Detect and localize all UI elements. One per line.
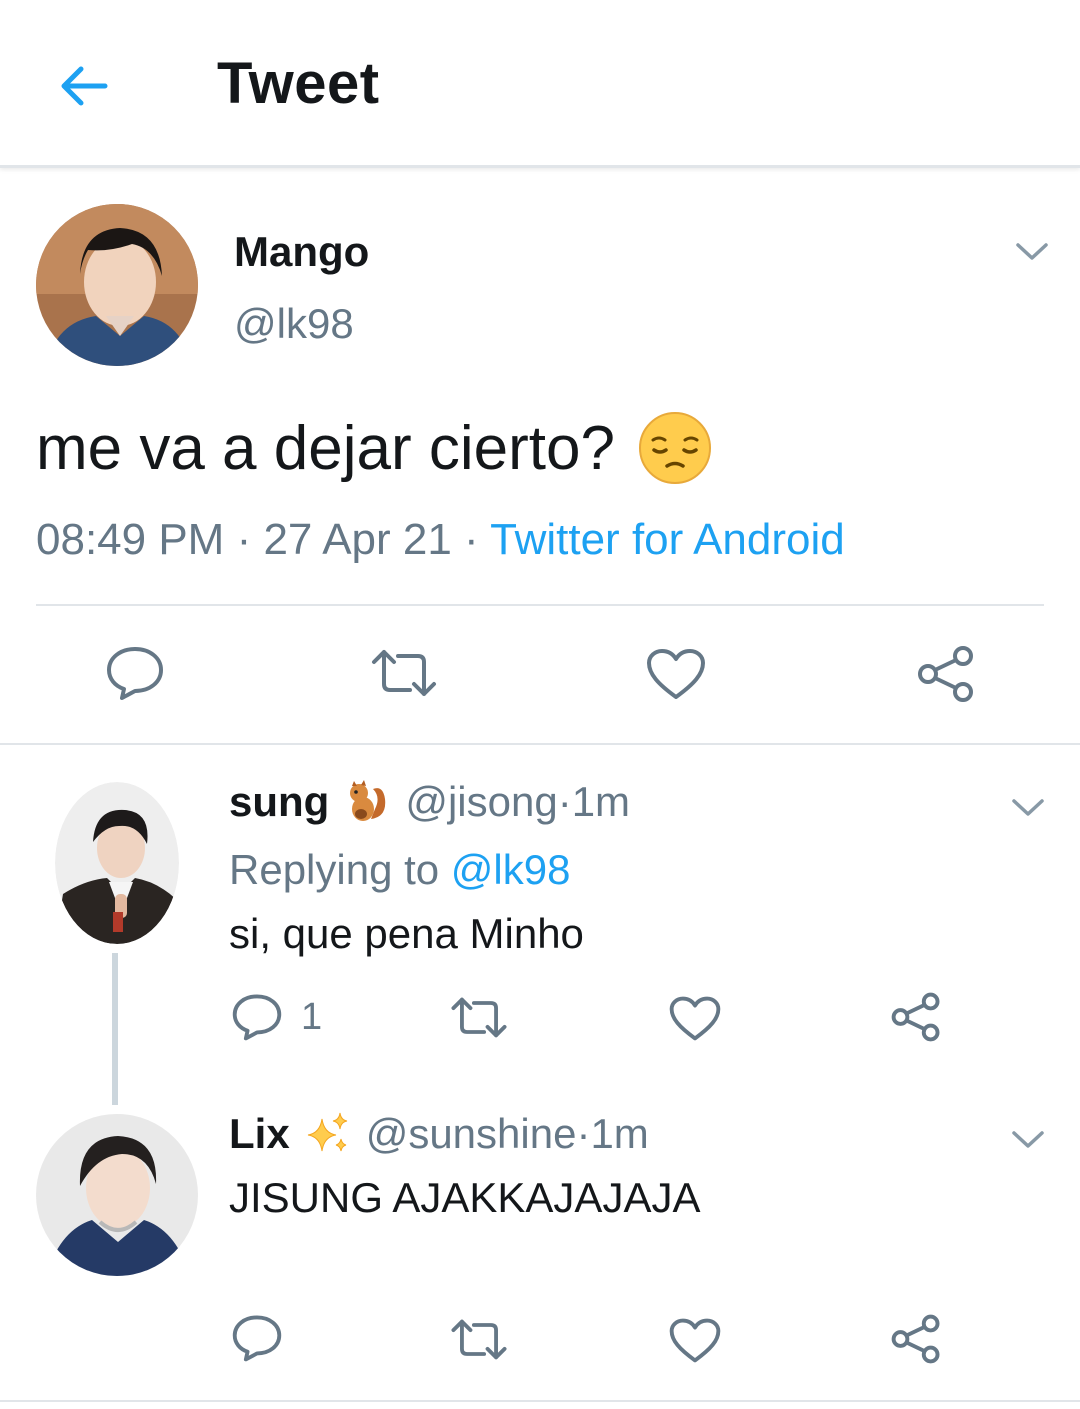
- retweet-button[interactable]: [450, 996, 508, 1039]
- reply-handle[interactable]: @sunshine: [366, 1110, 577, 1158]
- reply-button[interactable]: 1: [231, 993, 322, 1041]
- meta-separator: ·: [224, 515, 264, 564]
- back-arrow-icon: [61, 66, 108, 106]
- reply-button[interactable]: [231, 1314, 283, 1362]
- share-button[interactable]: [916, 645, 976, 703]
- reply-icon: [107, 647, 163, 700]
- tweet-date: 27 Apr 21: [263, 515, 452, 564]
- chevron-down-icon: [1012, 799, 1044, 816]
- replying-to-label: Replying to: [229, 846, 440, 893]
- retweet-icon: [451, 1319, 507, 1360]
- meta-separator: ·: [557, 778, 572, 825]
- reply-header: Lix @sunshine · 1m: [229, 1110, 649, 1158]
- app-header: Tweet: [0, 0, 1080, 168]
- author-handle[interactable]: @lk98: [234, 300, 354, 348]
- chevron-down-icon: [1012, 1131, 1044, 1148]
- heart-icon: [669, 996, 721, 1041]
- tweet-metadata: 08:49 PM · 27 Apr 21 · Twitter for Andro…: [36, 515, 845, 565]
- back-button[interactable]: [54, 56, 114, 116]
- retweet-button[interactable]: [370, 648, 438, 698]
- retweet-icon: [451, 997, 507, 1038]
- reply-icon: [232, 1315, 282, 1362]
- divider: [0, 743, 1080, 745]
- reply-options-button[interactable]: [1008, 1124, 1048, 1154]
- reply-button[interactable]: [105, 645, 165, 701]
- reply-text: si, que pena Minho: [229, 910, 584, 957]
- retweet-icon: [372, 650, 436, 696]
- reply-age: 1m: [571, 778, 631, 825]
- share-icon: [891, 992, 940, 1042]
- replying-to-handle[interactable]: @lk98: [451, 846, 571, 893]
- heart-icon: [647, 649, 705, 699]
- reply-display-name[interactable]: sung: [229, 778, 329, 826]
- reply-icon: [232, 994, 282, 1041]
- meta-separator: ·: [576, 1110, 591, 1157]
- retweet-button[interactable]: [450, 1318, 508, 1361]
- reply-handle[interactable]: @jisong: [405, 778, 557, 826]
- replying-to: Replying to @lk98: [229, 846, 570, 894]
- share-icon: [891, 1314, 940, 1364]
- avatar[interactable]: [36, 1114, 198, 1276]
- tweet-options-button[interactable]: [1012, 236, 1052, 266]
- share-icon: [918, 646, 973, 702]
- tweet-time: 08:49 PM: [36, 515, 225, 564]
- author-display-name[interactable]: Mango: [234, 228, 369, 276]
- tweet-text: me va a dejar cierto?: [36, 410, 713, 486]
- page-title: Tweet: [217, 51, 380, 116]
- heart-icon: [669, 1318, 721, 1363]
- share-button[interactable]: [890, 992, 942, 1042]
- chevron-down-icon: [1016, 243, 1048, 260]
- thread-connector: [112, 953, 118, 1105]
- reply-age: 1m: [590, 1110, 649, 1157]
- reply-options-button[interactable]: [1008, 792, 1048, 822]
- like-button[interactable]: [669, 1318, 721, 1363]
- reply-count: 1: [301, 995, 323, 1038]
- avatar[interactable]: [36, 204, 198, 366]
- reply-text: JISUNG AJAKKAJAJAJA: [229, 1174, 701, 1221]
- share-button[interactable]: [890, 1314, 942, 1364]
- tweet-text-content: me va a dejar cierto?: [36, 413, 615, 483]
- tweet-detail-screen: Tweet Mango @lk98 me va a dejar cierto? …: [0, 0, 1080, 1409]
- squirrel-icon: [350, 780, 386, 821]
- like-button[interactable]: [669, 996, 721, 1041]
- like-button[interactable]: [646, 648, 706, 700]
- meta-separator: ·: [451, 515, 491, 564]
- divider: [0, 1400, 1080, 1402]
- avatar[interactable]: [55, 782, 179, 944]
- divider: [36, 604, 1044, 606]
- tweet-source-link[interactable]: Twitter for Android: [490, 515, 845, 564]
- reply-display-name[interactable]: Lix: [229, 1110, 290, 1158]
- sparkles-icon: [307, 1112, 347, 1152]
- pensive-face-icon: [638, 412, 711, 484]
- reply-header: sung @jisong · 1m: [229, 778, 630, 826]
